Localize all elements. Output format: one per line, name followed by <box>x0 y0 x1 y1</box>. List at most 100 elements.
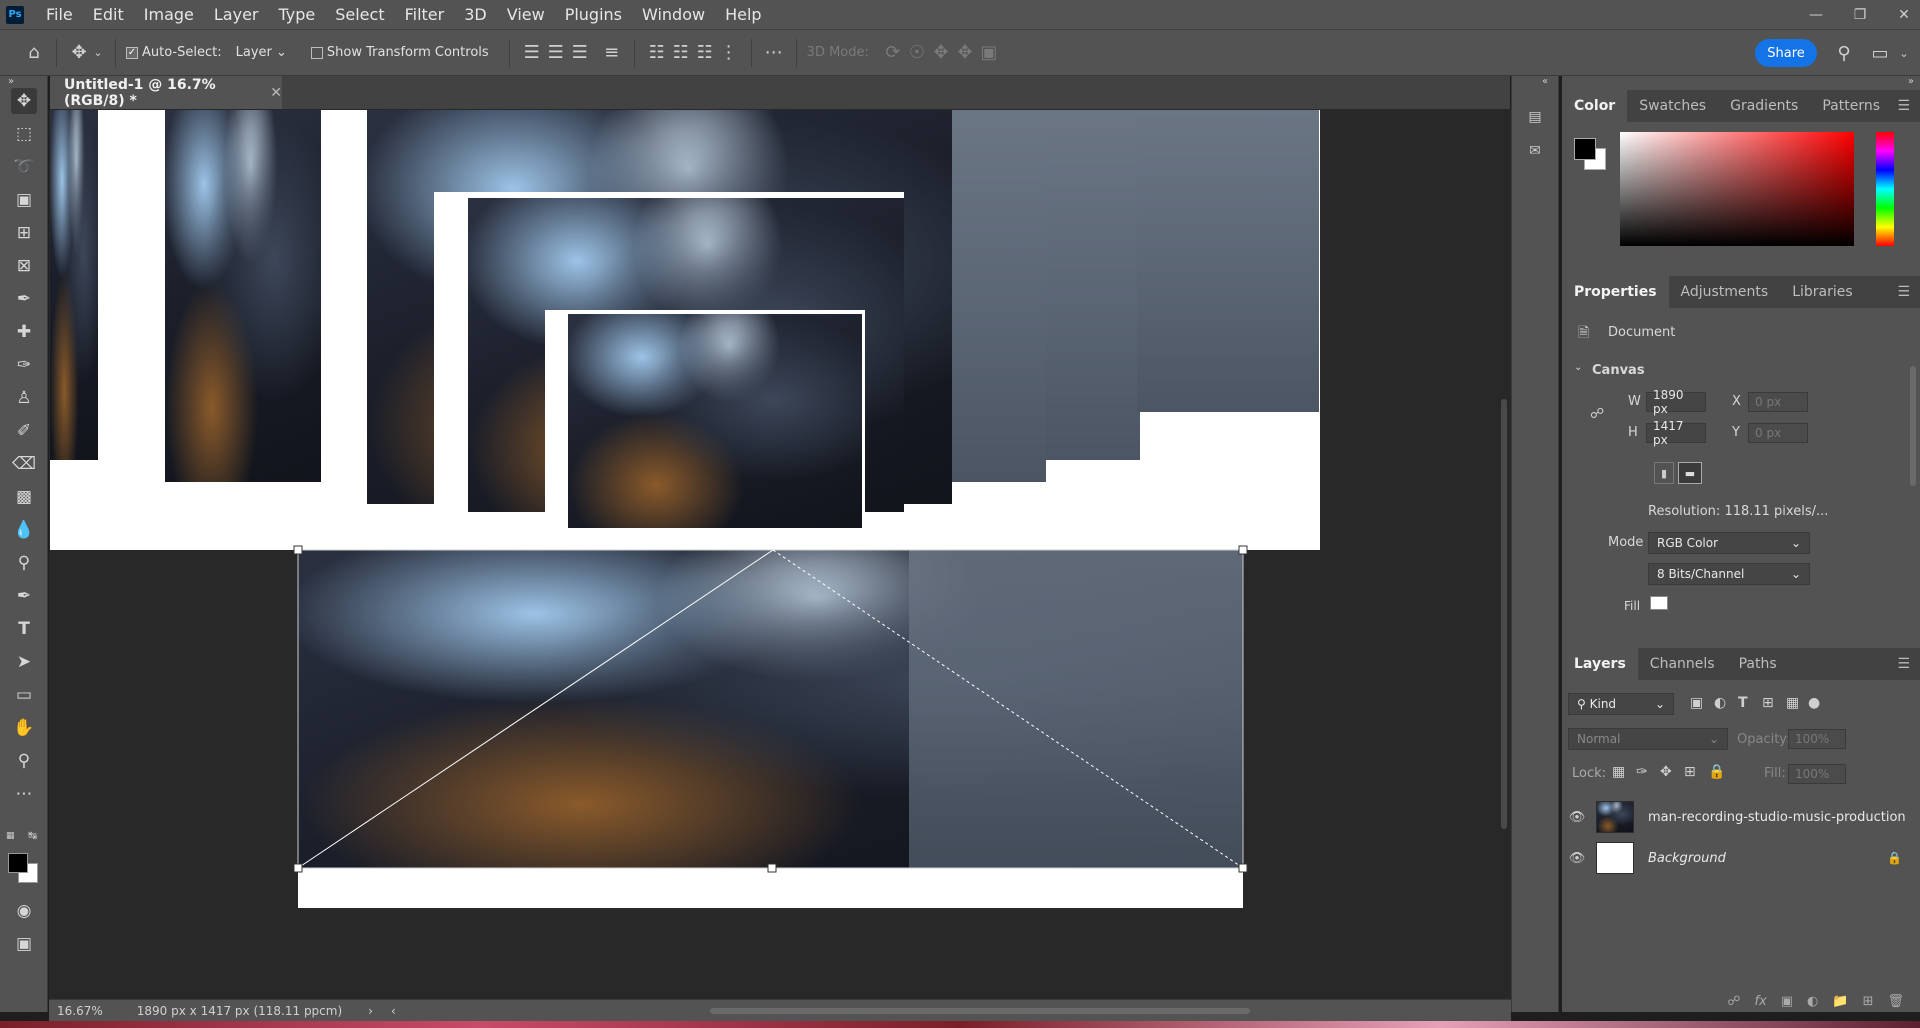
align-center-icon[interactable]: ☰ <box>544 41 568 65</box>
object-selection-tool-icon[interactable]: ▣ <box>11 187 37 213</box>
pen-tool-icon[interactable]: ✒ <box>11 583 37 609</box>
align-top-icon[interactable]: ☷ <box>645 41 669 65</box>
dodge-tool-icon[interactable]: ⚲ <box>11 550 37 576</box>
move-tool-icon[interactable]: ✥ <box>67 41 91 65</box>
tab-swatches[interactable]: Swatches <box>1627 90 1718 122</box>
color-panel-foreground-swatch[interactable] <box>1574 138 1596 160</box>
camera-3d-icon[interactable]: ▣ <box>977 41 1001 65</box>
marquee-tool-icon[interactable]: ⬚ <box>11 121 37 147</box>
stamp-tool-icon[interactable]: ♙ <box>11 385 37 411</box>
more-options-icon[interactable]: ⋯ <box>762 41 786 65</box>
lasso-tool-icon[interactable]: ➰ <box>11 154 37 180</box>
tab-properties[interactable]: Properties <box>1562 276 1669 308</box>
lock-transparent-icon[interactable]: ▦ <box>1612 764 1625 780</box>
workspace-chevron-down-icon[interactable]: ⌄ <box>1892 41 1916 65</box>
roll-3d-icon[interactable]: ☉ <box>905 41 929 65</box>
pan-3d-icon[interactable]: ✥ <box>929 41 953 65</box>
minimize-icon[interactable]: — <box>1808 7 1824 23</box>
new-layer-icon[interactable]: ⊞ <box>1863 994 1874 1009</box>
search-icon[interactable]: ⚲ <box>1832 41 1856 65</box>
fill-color-swatch[interactable] <box>1650 596 1668 610</box>
tab-paths[interactable]: Paths <box>1727 648 1789 680</box>
brush-tool-icon[interactable]: ✑ <box>11 352 37 378</box>
layer-fill-field[interactable]: 100% <box>1788 764 1846 784</box>
transform-bounding-box[interactable] <box>49 109 1511 999</box>
scroll-left-icon[interactable]: ‹ <box>391 1004 396 1018</box>
move-tool-icon[interactable]: ✥ <box>11 88 37 114</box>
horizontal-scroll-thumb[interactable] <box>709 1007 1250 1014</box>
share-button[interactable]: Share <box>1755 39 1817 67</box>
hand-tool-icon[interactable]: ✋ <box>11 715 37 741</box>
history-brush-tool-icon[interactable]: ✐ <box>11 418 37 444</box>
default-colors-icon[interactable]: ▦ <box>6 831 15 841</box>
menu-select[interactable]: Select <box>325 0 394 29</box>
portrait-orientation-icon[interactable]: ▮ <box>1654 462 1674 484</box>
tab-channels[interactable]: Channels <box>1638 648 1727 680</box>
chevron-down-icon[interactable]: ⌄ <box>91 41 105 65</box>
delete-layer-icon[interactable]: 🗑 <box>1887 994 1904 1009</box>
canvas-workspace[interactable] <box>49 109 1511 999</box>
menu-help[interactable]: Help <box>715 0 771 29</box>
path-selection-tool-icon[interactable]: ➤ <box>11 649 37 675</box>
adjustment-layer-icon[interactable]: ◐ <box>1807 994 1818 1009</box>
align-left-icon[interactable]: ☰ <box>520 41 544 65</box>
filter-smart-object-icon[interactable]: ▦ <box>1786 695 1799 711</box>
add-mask-icon[interactable]: ▣ <box>1781 994 1793 1009</box>
slide-3d-icon[interactable]: ✥ <box>953 41 977 65</box>
layer-row[interactable]: 👁 Background 🔒 <box>1562 838 1920 878</box>
align-bottom-icon[interactable]: ☷ <box>693 41 717 65</box>
show-transform-checkbox[interactable] <box>310 46 323 59</box>
expand-panels-icon[interactable]: » <box>1908 76 1914 87</box>
menu-image[interactable]: Image <box>134 0 204 29</box>
restore-icon[interactable]: ❐ <box>1852 7 1868 23</box>
workspace-icon[interactable]: ▭ <box>1868 41 1892 65</box>
horizontal-scrollbar[interactable] <box>410 1006 1270 1016</box>
close-tab-icon[interactable]: ✕ <box>270 85 282 101</box>
orbit-3d-icon[interactable]: ⟳ <box>881 41 905 65</box>
color-panel-menu-icon[interactable]: ☰ <box>1897 98 1910 114</box>
screen-mode-icon[interactable]: ▣ <box>11 931 37 957</box>
auto-select-target-dropdown[interactable]: Layer ⌄ <box>230 43 293 62</box>
visibility-eye-icon[interactable]: 👁 <box>1562 851 1592 866</box>
layer-kind-filter[interactable]: ⚲ Kind ⌄ <box>1568 693 1674 715</box>
filter-pixel-icon[interactable]: ▣ <box>1690 695 1703 711</box>
lock-artboard-icon[interactable]: ⊞ <box>1684 764 1696 780</box>
menu-filter[interactable]: Filter <box>395 0 455 29</box>
rectangle-tool-icon[interactable]: ▭ <box>11 682 37 708</box>
swap-colors-icon[interactable]: ↹ <box>28 829 37 842</box>
link-dimensions-icon[interactable]: ☍ <box>1590 406 1604 422</box>
landscape-orientation-icon[interactable]: ▬ <box>1678 462 1702 484</box>
tab-libraries[interactable]: Libraries <box>1780 276 1864 308</box>
foreground-color-swatch[interactable] <box>8 853 28 873</box>
distribute-vertical-icon[interactable]: ⋮ <box>717 41 741 65</box>
auto-select-checkbox[interactable]: ✓ <box>126 46 138 59</box>
blend-mode-select[interactable]: Normal ⌄ <box>1568 728 1728 750</box>
width-field[interactable]: 1890 px <box>1646 388 1706 416</box>
eraser-tool-icon[interactable]: ⌫ <box>11 451 37 477</box>
collapse-panels-icon[interactable]: « <box>1542 76 1548 87</box>
comments-panel-icon[interactable]: ✉ <box>1522 138 1548 164</box>
home-icon[interactable]: ⌂ <box>22 41 46 65</box>
distribute-icon[interactable]: ≡ <box>600 41 624 65</box>
filter-adjustment-icon[interactable]: ◐ <box>1714 695 1726 711</box>
zoom-tool-icon[interactable]: ⚲ <box>11 748 37 774</box>
menu-plugins[interactable]: Plugins <box>555 0 632 29</box>
height-field[interactable]: 1417 px <box>1646 419 1706 447</box>
lock-position-icon[interactable]: ✥ <box>1660 764 1672 780</box>
menu-window[interactable]: Window <box>632 0 715 29</box>
align-right-icon[interactable]: ☰ <box>568 41 592 65</box>
filter-toggle-icon[interactable]: ● <box>1808 695 1820 711</box>
menu-layer[interactable]: Layer <box>204 0 269 29</box>
menu-type[interactable]: Type <box>268 0 325 29</box>
crop-tool-icon[interactable]: ⊞ <box>11 220 37 246</box>
tab-color[interactable]: Color <box>1562 90 1628 122</box>
frame-tool-icon[interactable]: ⊠ <box>11 253 37 279</box>
color-picker-field[interactable] <box>1620 132 1854 246</box>
mode-select[interactable]: RGB Color ⌄ <box>1648 532 1810 554</box>
properties-panel-menu-icon[interactable]: ☰ <box>1897 284 1910 300</box>
menu-file[interactable]: File <box>36 0 83 29</box>
layer-style-icon[interactable]: fx <box>1754 994 1766 1009</box>
menu-view[interactable]: View <box>497 0 555 29</box>
bit-depth-select[interactable]: 8 Bits/Channel ⌄ <box>1648 563 1810 585</box>
link-layers-icon[interactable]: ☍ <box>1727 994 1740 1009</box>
